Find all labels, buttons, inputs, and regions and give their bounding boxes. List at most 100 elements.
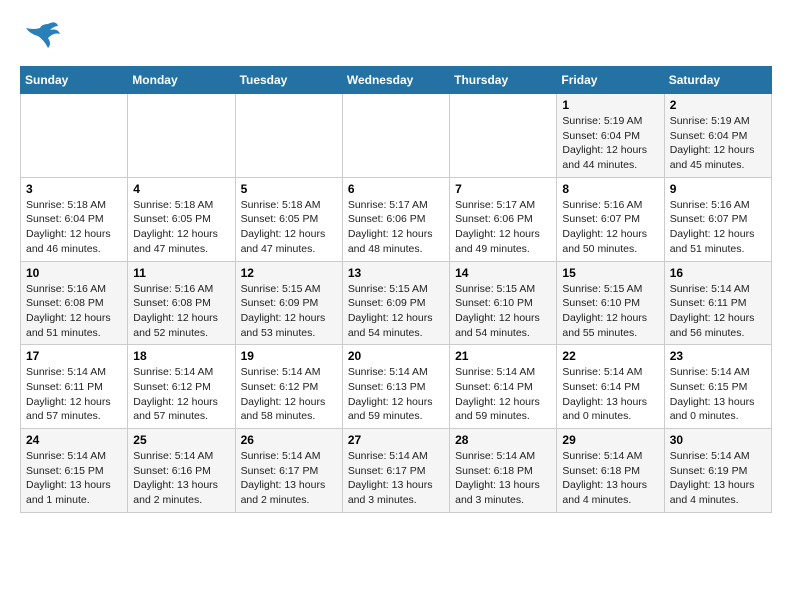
calendar-cell: 13 Sunrise: 5:15 AMSunset: 6:09 PMDayligh… [342,261,449,345]
day-number: 8 [562,182,658,196]
week-row-3: 10 Sunrise: 5:16 AMSunset: 6:08 PMDayligh… [21,261,772,345]
calendar-cell: 24Sunrise: 5:14 AMSunset: 6:15 PMDayligh… [21,429,128,513]
day-info: Sunrise: 5:18 AMSunset: 6:05 PMDaylight:… [241,198,337,257]
day-number: 27 [348,433,444,447]
calendar-cell: 9 Sunrise: 5:16 AMSunset: 6:07 PMDaylight… [664,177,771,261]
day-number: 9 [670,182,766,196]
day-info: Sunrise: 5:16 AMSunset: 6:07 PMDaylight:… [670,198,766,257]
calendar-cell: 29 Sunrise: 5:14 AMSunset: 6:18 PMDayligh… [557,429,664,513]
day-info: Sunrise: 5:14 AMSunset: 6:17 PMDaylight:… [241,449,337,508]
calendar-cell: 30 Sunrise: 5:14 AMSunset: 6:19 PMDayligh… [664,429,771,513]
calendar-cell: 3 Sunrise: 5:18 AMSunset: 6:04 PMDaylight… [21,177,128,261]
day-number: 28 [455,433,551,447]
calendar-cell [342,94,449,178]
calendar-cell: 27Sunrise: 5:14 AMSunset: 6:17 PMDayligh… [342,429,449,513]
day-info: Sunrise: 5:18 AMSunset: 6:04 PMDaylight:… [26,198,122,257]
calendar-cell: 21 Sunrise: 5:14 AMSunset: 6:14 PMDayligh… [450,345,557,429]
logo-icon [20,16,60,56]
day-info: Sunrise: 5:14 AMSunset: 6:15 PMDaylight:… [670,365,766,424]
day-number: 2 [670,98,766,112]
calendar-cell: 25 Sunrise: 5:14 AMSunset: 6:16 PMDayligh… [128,429,235,513]
day-info: Sunrise: 5:14 AMSunset: 6:11 PMDaylight:… [670,282,766,341]
day-number: 23 [670,349,766,363]
header-cell-sunday: Sunday [21,67,128,94]
day-number: 26 [241,433,337,447]
day-number: 4 [133,182,229,196]
day-info: Sunrise: 5:19 AMSunset: 6:04 PMDaylight:… [562,114,658,173]
calendar-cell: 8Sunrise: 5:16 AMSunset: 6:07 PMDaylight… [557,177,664,261]
header [20,16,772,56]
day-number: 10 [26,266,122,280]
day-number: 29 [562,433,658,447]
day-number: 13 [348,266,444,280]
page: SundayMondayTuesdayWednesdayThursdayFrid… [0,0,792,533]
calendar-cell: 22 Sunrise: 5:14 AMSunset: 6:14 PMDayligh… [557,345,664,429]
day-number: 17 [26,349,122,363]
calendar-cell: 12Sunrise: 5:15 AMSunset: 6:09 PMDayligh… [235,261,342,345]
day-info: Sunrise: 5:14 AMSunset: 6:18 PMDaylight:… [455,449,551,508]
day-number: 6 [348,182,444,196]
calendar-cell [21,94,128,178]
day-number: 30 [670,433,766,447]
day-info: Sunrise: 5:14 AMSunset: 6:15 PMDaylight:… [26,449,122,508]
day-info: Sunrise: 5:15 AMSunset: 6:09 PMDaylight:… [348,282,444,341]
day-info: Sunrise: 5:14 AMSunset: 6:14 PMDaylight:… [455,365,551,424]
day-info: Sunrise: 5:17 AMSunset: 6:06 PMDaylight:… [455,198,551,257]
day-number: 25 [133,433,229,447]
calendar-cell: 19 Sunrise: 5:14 AMSunset: 6:12 PMDayligh… [235,345,342,429]
day-info: Sunrise: 5:14 AMSunset: 6:12 PMDaylight:… [241,365,337,424]
calendar-cell: 6 Sunrise: 5:17 AMSunset: 6:06 PMDaylight… [342,177,449,261]
week-row-5: 24Sunrise: 5:14 AMSunset: 6:15 PMDayligh… [21,429,772,513]
day-number: 21 [455,349,551,363]
calendar-cell: 28 Sunrise: 5:14 AMSunset: 6:18 PMDayligh… [450,429,557,513]
day-number: 5 [241,182,337,196]
calendar-cell: 5 Sunrise: 5:18 AMSunset: 6:05 PMDaylight… [235,177,342,261]
day-info: Sunrise: 5:14 AMSunset: 6:12 PMDaylight:… [133,365,229,424]
day-info: Sunrise: 5:16 AMSunset: 6:08 PMDaylight:… [133,282,229,341]
day-number: 7 [455,182,551,196]
calendar-cell: 16Sunrise: 5:14 AMSunset: 6:11 PMDayligh… [664,261,771,345]
calendar-cell: 7 Sunrise: 5:17 AMSunset: 6:06 PMDaylight… [450,177,557,261]
day-info: Sunrise: 5:16 AMSunset: 6:08 PMDaylight:… [26,282,122,341]
day-number: 15 [562,266,658,280]
logo [20,16,64,56]
day-number: 11 [133,266,229,280]
day-info: Sunrise: 5:19 AMSunset: 6:04 PMDaylight:… [670,114,766,173]
calendar-cell [235,94,342,178]
calendar-cell: 18Sunrise: 5:14 AMSunset: 6:12 PMDayligh… [128,345,235,429]
day-info: Sunrise: 5:15 AMSunset: 6:10 PMDaylight:… [455,282,551,341]
header-row: SundayMondayTuesdayWednesdayThursdayFrid… [21,67,772,94]
day-info: Sunrise: 5:14 AMSunset: 6:14 PMDaylight:… [562,365,658,424]
day-info: Sunrise: 5:15 AMSunset: 6:10 PMDaylight:… [562,282,658,341]
week-row-2: 3 Sunrise: 5:18 AMSunset: 6:04 PMDaylight… [21,177,772,261]
day-info: Sunrise: 5:14 AMSunset: 6:19 PMDaylight:… [670,449,766,508]
calendar-cell: 2 Sunrise: 5:19 AMSunset: 6:04 PMDaylight… [664,94,771,178]
day-number: 19 [241,349,337,363]
calendar-cell: 11 Sunrise: 5:16 AMSunset: 6:08 PMDayligh… [128,261,235,345]
calendar-cell: 4Sunrise: 5:18 AMSunset: 6:05 PMDaylight… [128,177,235,261]
header-cell-thursday: Thursday [450,67,557,94]
day-number: 3 [26,182,122,196]
day-info: Sunrise: 5:14 AMSunset: 6:18 PMDaylight:… [562,449,658,508]
calendar-cell: 10 Sunrise: 5:16 AMSunset: 6:08 PMDayligh… [21,261,128,345]
day-info: Sunrise: 5:17 AMSunset: 6:06 PMDaylight:… [348,198,444,257]
day-number: 12 [241,266,337,280]
header-cell-saturday: Saturday [664,67,771,94]
day-number: 1 [562,98,658,112]
day-info: Sunrise: 5:14 AMSunset: 6:13 PMDaylight:… [348,365,444,424]
calendar-cell [450,94,557,178]
calendar-body: 1 Sunrise: 5:19 AMSunset: 6:04 PMDaylight… [21,94,772,513]
calendar-cell [128,94,235,178]
day-number: 22 [562,349,658,363]
header-cell-tuesday: Tuesday [235,67,342,94]
header-cell-friday: Friday [557,67,664,94]
day-info: Sunrise: 5:14 AMSunset: 6:16 PMDaylight:… [133,449,229,508]
week-row-1: 1 Sunrise: 5:19 AMSunset: 6:04 PMDaylight… [21,94,772,178]
calendar-cell: 15 Sunrise: 5:15 AMSunset: 6:10 PMDayligh… [557,261,664,345]
calendar-cell: 20 Sunrise: 5:14 AMSunset: 6:13 PMDayligh… [342,345,449,429]
day-number: 20 [348,349,444,363]
calendar-cell: 26 Sunrise: 5:14 AMSunset: 6:17 PMDayligh… [235,429,342,513]
day-number: 14 [455,266,551,280]
header-cell-wednesday: Wednesday [342,67,449,94]
calendar-cell: 14 Sunrise: 5:15 AMSunset: 6:10 PMDayligh… [450,261,557,345]
